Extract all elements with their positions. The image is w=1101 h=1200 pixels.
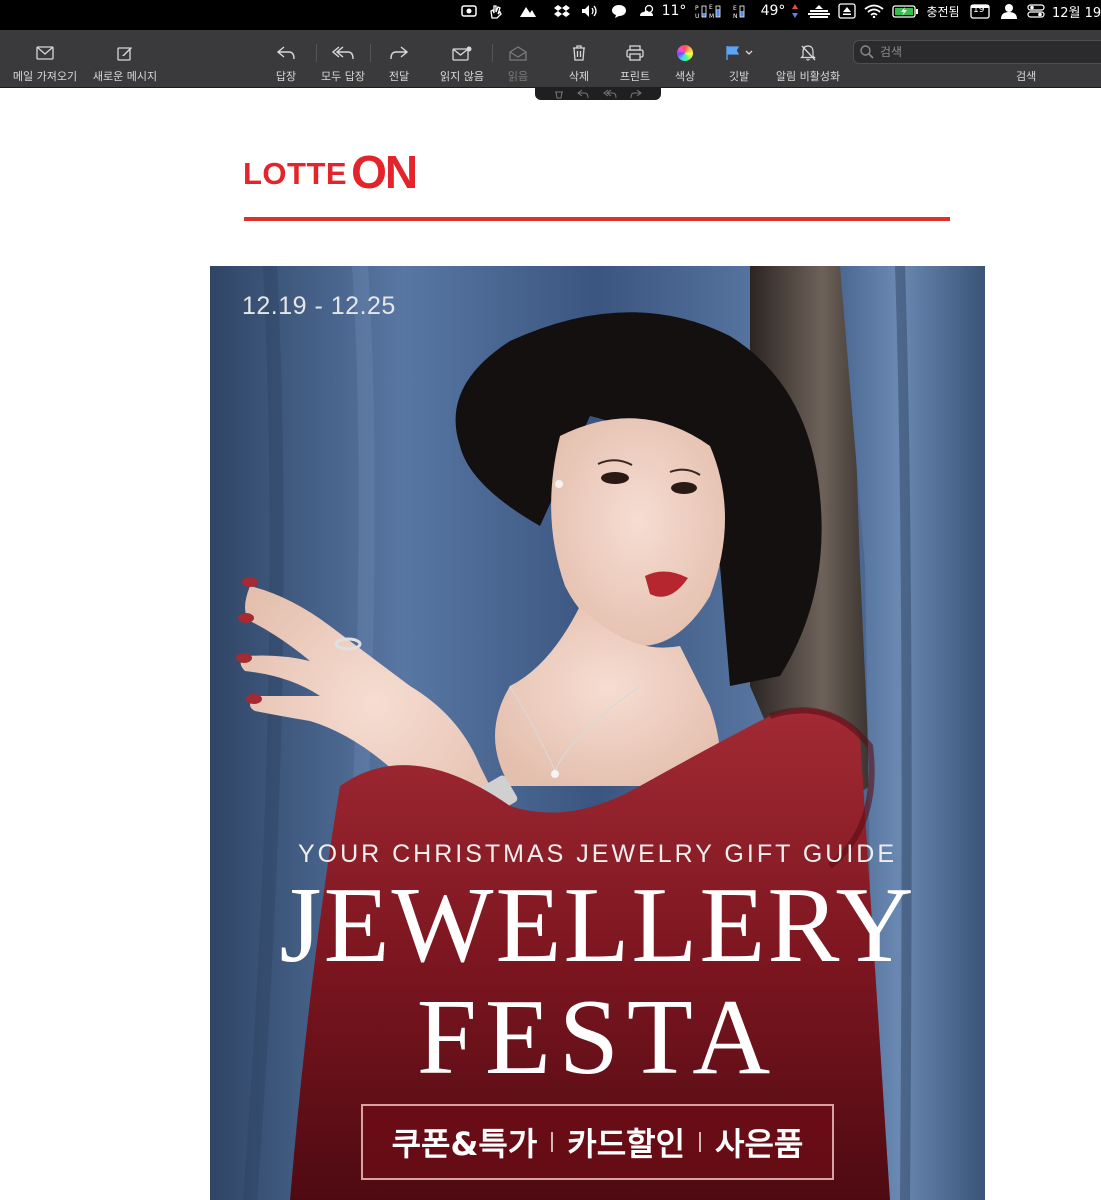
lotte-on-logo[interactable]: LOTTE ON	[243, 146, 418, 198]
search-field[interactable]	[853, 40, 1101, 64]
unread-envelope-icon	[452, 40, 472, 66]
svg-text:P: P	[695, 5, 699, 12]
reply-all-label: 모두 답장	[321, 70, 365, 83]
flag-icon	[724, 40, 754, 66]
mini-trash-icon[interactable]	[554, 84, 564, 103]
battery-icon[interactable]	[891, 0, 921, 22]
stack-icon[interactable]	[805, 0, 833, 22]
eject-icon[interactable]	[836, 0, 858, 22]
banner-title-line2: FESTA	[416, 978, 779, 1097]
tag-coupon-sale: 쿠폰&특가	[391, 1125, 538, 1163]
mark-read-button[interactable]: 읽음	[500, 30, 536, 88]
mark-read-label: 읽음	[507, 70, 529, 83]
user-icon[interactable]	[997, 0, 1021, 22]
banner-title-line1: JEWELLERY	[279, 866, 916, 985]
banner-subtitle: YOUR CHRISTMAS JEWELRY GIFT GUIDE	[297, 840, 898, 868]
color-label: 색상	[674, 70, 696, 83]
color-wheel-icon	[677, 40, 693, 66]
toolbar-divider	[370, 44, 371, 62]
magnifier-icon	[860, 45, 874, 59]
compose-icon	[117, 40, 133, 66]
delete-label: 삭제	[568, 70, 590, 83]
envelope-icon	[36, 40, 54, 66]
wifi-icon[interactable]	[862, 0, 886, 22]
logo-text-lotte: LOTTE	[243, 156, 348, 191]
new-message-button[interactable]: 새로운 메시지	[88, 30, 162, 88]
logo-text-on: ON	[351, 146, 418, 198]
svg-text:E: E	[709, 4, 713, 11]
dropbox-icon[interactable]	[551, 0, 573, 22]
toolbar-divider	[316, 44, 317, 62]
memory-gauge-icon[interactable]: PU EM	[694, 0, 730, 22]
reply-all-button[interactable]: 모두 답장	[318, 30, 368, 88]
get-mail-label: 메일 가져오기	[12, 70, 78, 83]
svg-text:U: U	[695, 13, 699, 19]
reply-arrow-icon	[277, 40, 295, 66]
mute-notifications-label: 알림 비활성화	[775, 70, 841, 83]
reply-label: 답장	[275, 70, 297, 83]
mini-reply-icon[interactable]	[577, 84, 589, 103]
menu-bar: 11° PUEM EN 49° 충전됨 19 12월 19	[0, 0, 1101, 30]
banner-date-range: 12.19 - 12.25	[242, 292, 396, 320]
network-gauge-icon[interactable]: EN	[731, 0, 757, 22]
volume-icon[interactable]	[578, 0, 602, 22]
toolbar-divider	[492, 44, 493, 62]
up-down-arrows-icon[interactable]	[789, 0, 801, 22]
open-envelope-icon	[509, 40, 527, 66]
calendar-icon[interactable]: 19	[969, 0, 991, 22]
flag-label: 깃발	[728, 70, 750, 83]
svg-text:M: M	[709, 13, 714, 19]
chat-bubble-icon[interactable]	[609, 0, 629, 22]
promo-banner[interactable]: 12.19 - 12.25 YOUR CHRISTMAS JEWELRY GIF…	[210, 266, 985, 1200]
hand-icon[interactable]	[485, 0, 505, 22]
delete-button[interactable]: 삭제	[560, 30, 598, 88]
svg-text:E: E	[733, 5, 737, 12]
tag-card-discount: 카드할인	[567, 1125, 686, 1163]
mute-notifications-button[interactable]: 알림 비활성화	[772, 30, 844, 88]
floating-mini-toolbar	[535, 87, 661, 100]
flag-button[interactable]: 깃발	[716, 30, 762, 88]
new-message-label: 새로운 메시지	[92, 70, 158, 83]
mark-unread-label: 읽지 않음	[440, 70, 484, 83]
forward-label: 전달	[388, 70, 410, 83]
tag-divider	[699, 1132, 702, 1152]
mountain-icon[interactable]	[517, 0, 539, 22]
tag-gift: 사은품	[715, 1125, 804, 1163]
reply-button[interactable]: 답장	[266, 30, 306, 88]
screen-capture-icon[interactable]	[459, 0, 479, 22]
banner-offer-tags[interactable]: 쿠폰&특가 카드할인 사은품	[361, 1104, 834, 1180]
forward-arrow-icon	[390, 40, 408, 66]
trash-icon	[572, 40, 586, 66]
weather-icon[interactable]	[636, 0, 658, 22]
bell-slash-icon	[800, 40, 816, 66]
svg-text:N: N	[733, 13, 738, 19]
print-label: 프린트	[619, 70, 651, 83]
mini-forward-icon[interactable]	[630, 84, 643, 103]
print-button[interactable]: 프린트	[614, 30, 656, 88]
calendar-day-text: 19	[973, 5, 985, 15]
search-label: 검색	[1016, 70, 1037, 83]
mail-toolbar: 메일 가져오기 새로운 메시지 답장 모두 답장 전달 읽지 않음 읽음 삭제 …	[0, 30, 1101, 88]
tag-divider	[551, 1132, 554, 1152]
clock-text[interactable]: 12월 19	[1052, 0, 1101, 22]
color-button[interactable]: 색상	[668, 30, 702, 88]
control-center-icon[interactable]	[1025, 0, 1047, 22]
charge-status-text: 충전됨	[926, 4, 960, 19]
mark-unread-button[interactable]: 읽지 않음	[436, 30, 488, 88]
cpu-temperature-text: 49°	[760, 3, 786, 19]
temperature-text: 11°	[661, 3, 687, 19]
header-divider	[244, 217, 950, 221]
forward-button[interactable]: 전달	[380, 30, 418, 88]
mini-reply-all-icon[interactable]	[602, 84, 617, 103]
reply-all-arrow-icon	[332, 40, 354, 66]
printer-icon	[626, 40, 644, 66]
search-input[interactable]	[880, 45, 1080, 59]
get-mail-button[interactable]: 메일 가져오기	[4, 30, 86, 88]
